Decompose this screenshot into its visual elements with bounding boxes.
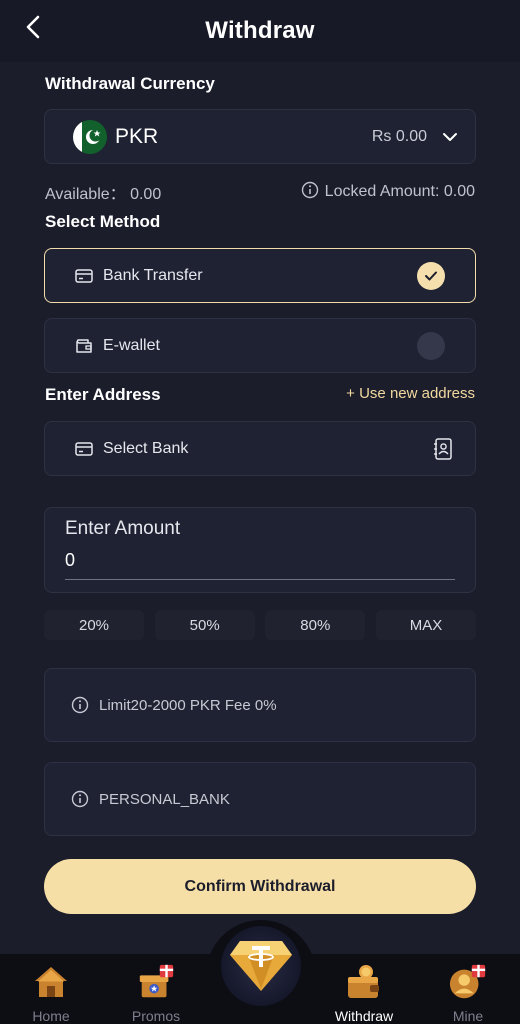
limit-text: Limit20-2000 PKR Fee 0% (99, 696, 277, 714)
card-icon (75, 267, 93, 285)
balance-row: Available： 0.00 Locked Amount: 0.00 (45, 180, 475, 204)
use-new-address-link[interactable]: + Use new address (346, 385, 475, 402)
amount-presets: 20% 50% 80% MAX (44, 610, 476, 640)
checkmark-icon (417, 261, 445, 290)
available-balance: Available： 0.00 (45, 186, 162, 203)
nav-label: Withdraw (334, 1008, 394, 1024)
info-icon (71, 696, 89, 714)
nav-item-mine[interactable]: Mine (428, 962, 508, 1024)
amount-input[interactable] (65, 550, 455, 580)
user-avatar-icon (448, 962, 488, 1002)
select-method-label: Select Method (45, 212, 161, 231)
header: Withdraw (0, 0, 520, 62)
method-label: E-wallet (103, 336, 160, 354)
method-label: Bank Transfer (103, 266, 203, 284)
nav-label: Home (32, 1008, 70, 1024)
nav-item-promos[interactable]: Promos (116, 962, 196, 1024)
diamond-center-button[interactable] (221, 926, 301, 1006)
enter-address-label: Enter Address (45, 385, 161, 404)
preset-80-button[interactable]: 80% (265, 610, 366, 640)
gift-box-icon (136, 962, 176, 1002)
nav-item-home[interactable]: Home (11, 962, 91, 1024)
nav-label: Promos (131, 1008, 181, 1024)
method-option-bank-transfer[interactable]: Bank Transfer (44, 248, 476, 303)
method-option-e-wallet[interactable]: E-wallet (44, 318, 476, 373)
channel-note: PERSONAL_BANK (44, 762, 476, 836)
pakistan-flag-icon (73, 119, 107, 154)
limit-note: Limit20-2000 PKR Fee 0% (44, 668, 476, 742)
wallet-coin-icon (344, 962, 384, 1002)
enter-amount-label: Enter Amount (65, 518, 181, 539)
wallet-icon (75, 337, 93, 355)
chevron-down-icon (441, 128, 459, 146)
locked-amount: Locked Amount: 0.00 (301, 181, 475, 204)
card-icon (75, 440, 93, 458)
chevron-left-icon (26, 15, 40, 44)
withdrawal-currency-label: Withdrawal Currency (45, 74, 215, 93)
diamond-logo-icon (228, 935, 294, 998)
confirm-withdrawal-button[interactable]: Confirm Withdrawal (44, 859, 476, 914)
amount-box: Enter Amount (44, 507, 476, 593)
back-button[interactable] (18, 14, 48, 44)
address-book-icon[interactable] (433, 437, 455, 460)
select-bank-text: Select Bank (103, 439, 189, 457)
nav-item-withdraw[interactable]: Withdraw (324, 962, 404, 1024)
nav-label: Mine (452, 1008, 484, 1024)
channel-text: PERSONAL_BANK (99, 790, 230, 808)
home-icon (31, 962, 71, 1002)
currency-select[interactable]: PKR Rs 0.00 (44, 109, 476, 164)
radio-unselected[interactable] (417, 331, 445, 360)
currency-code: PKR (115, 124, 159, 148)
preset-max-button[interactable]: MAX (375, 610, 476, 640)
select-bank-field[interactable]: Select Bank (44, 421, 476, 476)
preset-50-button[interactable]: 50% (154, 610, 255, 640)
preset-20-button[interactable]: 20% (44, 610, 144, 640)
locked-amount-text: Locked Amount: 0.00 (324, 183, 475, 200)
info-icon[interactable] (301, 181, 319, 204)
info-icon (71, 790, 89, 808)
currency-balance: Rs 0.00 (371, 127, 427, 145)
page-title: Withdraw (205, 17, 315, 44)
